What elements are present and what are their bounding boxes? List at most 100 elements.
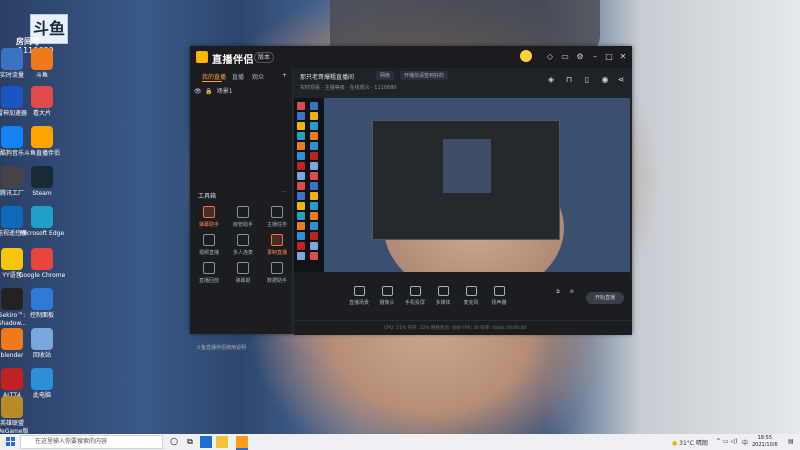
tool-item[interactable]: 弹幕助手 xyxy=(194,206,224,228)
desktop-icon-label: 回收站 xyxy=(32,352,51,359)
edge-taskbar-icon[interactable] xyxy=(200,436,212,448)
preview-mini-icon xyxy=(310,182,318,190)
preview-mini-icon xyxy=(310,192,318,200)
ime-indicator[interactable]: 中 xyxy=(742,438,748,447)
settings-btn-icon[interactable]: ⚙ xyxy=(566,289,578,295)
control-icon xyxy=(493,286,505,296)
settings-icon[interactable]: ⚙ xyxy=(575,52,585,62)
app-icon xyxy=(31,126,53,148)
desktop-icon[interactable]: 回收站 xyxy=(18,328,66,360)
notification-icon[interactable]: ▤ xyxy=(788,438,794,445)
app-icon xyxy=(31,48,53,70)
tab-my-live[interactable]: 我的直播 xyxy=(202,72,226,81)
desktop-icon[interactable]: 控制面板 xyxy=(18,288,66,320)
tool-item[interactable]: 录制直播 xyxy=(262,234,292,256)
desktop-icon-label: 斗鱼直播伴侣 xyxy=(23,150,60,157)
tool-icon xyxy=(237,234,249,246)
app-logo-icon xyxy=(196,51,208,63)
message-icon[interactable]: ▭ xyxy=(560,52,570,62)
control-button[interactable]: 扬声器 xyxy=(482,286,516,306)
stream-preview[interactable] xyxy=(294,98,630,280)
tools-more-icon[interactable]: ⋯ xyxy=(278,189,290,195)
tool-item[interactable]: 多人连麦 xyxy=(228,234,258,256)
tool-icon xyxy=(271,262,283,274)
user-avatar[interactable] xyxy=(520,50,532,62)
tool-item[interactable]: 弹幕姬 xyxy=(228,262,258,284)
desktop-icon[interactable]: 看大片 xyxy=(18,86,66,118)
control-icon xyxy=(409,286,421,296)
tab-audience[interactable]: 观众 xyxy=(252,72,264,81)
start-button[interactable] xyxy=(6,437,16,447)
add-scene-icon[interactable]: + xyxy=(282,72,287,79)
preview-mini-icon xyxy=(297,142,305,150)
app-name: 直播伴侣 xyxy=(212,55,254,66)
room-info: 那只老哥爆粗直播间 网络 开播前请签到好的 实时观看 · 主播等级 · 在线观众… xyxy=(294,68,632,98)
version-badge[interactable]: 版本 xyxy=(254,52,275,63)
minimize-icon[interactable]: – xyxy=(590,52,600,62)
task-view-icon[interactable]: ⧉ xyxy=(184,436,196,448)
preview-mini-icon xyxy=(297,182,305,190)
tool-icon xyxy=(203,206,215,218)
tool-label: 视频直播 xyxy=(198,250,219,256)
preview-mini-icon xyxy=(310,222,318,230)
tool-icon xyxy=(203,262,215,274)
taskbar-search-input[interactable]: 在这里输入你要搜索的内容 xyxy=(20,435,163,449)
preview-mini-icon xyxy=(297,212,305,220)
record-icon[interactable]: ◉ xyxy=(600,75,610,85)
desktop-icon[interactable]: Google Chrome xyxy=(18,248,66,280)
tool-item[interactable]: 视频直播 xyxy=(194,234,224,256)
tab-underline xyxy=(202,81,222,82)
sun-icon: ● xyxy=(672,440,678,447)
mobile-icon[interactable]: ▯ xyxy=(582,75,592,85)
clock-date: 2021/10/6 xyxy=(752,442,778,448)
preview-mini-icon xyxy=(310,132,318,140)
preview-mini-icon xyxy=(297,202,305,210)
tool-item[interactable]: 主播任务 xyxy=(262,206,292,228)
desktop-icon[interactable]: Microsoft Edge xyxy=(18,206,66,238)
preview-mini-icon xyxy=(297,242,305,250)
cortana-icon[interactable]: ○ xyxy=(168,436,180,448)
share-icon[interactable]: ⋖ xyxy=(616,75,626,85)
desktop-icon[interactable]: Steam xyxy=(18,166,66,198)
control-icon xyxy=(381,286,393,296)
maximize-icon[interactable]: □ xyxy=(604,52,614,62)
tool-item[interactable]: 直播回放 xyxy=(194,262,224,284)
preview-mini-icon xyxy=(297,152,305,160)
desktop-icon[interactable]: 斗鱼 xyxy=(18,48,66,80)
tool-label: 直播回放 xyxy=(198,278,219,284)
explorer-taskbar-icon[interactable] xyxy=(216,436,228,448)
weather-text: 31°C 晴朗 xyxy=(679,440,708,447)
tray-icons[interactable]: ^ ▭ ◁) xyxy=(716,438,737,445)
start-live-button[interactable]: 开始直播 xyxy=(586,292,624,304)
desktop-icon[interactable]: 斗鱼直播伴侣 xyxy=(18,126,66,158)
lock-icon[interactable]: ⊓ xyxy=(564,75,574,85)
desktop-icon[interactable]: 英雄联盟 WeGame版 xyxy=(0,396,36,436)
app-icon xyxy=(31,248,53,270)
tag-notice[interactable]: 开播前请签到好的 xyxy=(400,71,449,80)
feedback-icon[interactable]: ◇ xyxy=(545,52,555,62)
tool-icon xyxy=(237,262,249,274)
control-icon xyxy=(465,286,477,296)
control-bar: 直播场景 摄像头 手机投屏 多媒体 麦克风 扬声器 ⧉ ⚙ 开始直播 xyxy=(294,280,632,320)
tool-icon xyxy=(203,234,215,246)
weather-tray[interactable]: ● 31°C 晴朗 xyxy=(672,438,708,447)
sidebar: 我的直播 直播 观众 + 👁 🔒 场景1 工具箱 ⋯ 弹幕助手 房管助手 主播任务视… xyxy=(190,68,293,351)
control-icon xyxy=(437,286,449,296)
clock[interactable]: 18:55 2021/10/6 xyxy=(752,435,778,449)
preview-mini-icon xyxy=(310,112,318,120)
scene-row[interactable]: 👁 🔒 场景1 xyxy=(194,86,233,95)
preview-mini-icon xyxy=(310,172,318,180)
tab-live[interactable]: 直播 xyxy=(232,72,244,81)
control-label: 扬声器 xyxy=(491,300,507,306)
record-btn-icon[interactable]: ⧉ xyxy=(552,289,564,295)
room-title[interactable]: 那只老哥爆粗直播间 xyxy=(300,72,354,81)
tool-item[interactable]: 数据助手 xyxy=(262,262,292,284)
close-icon[interactable]: ✕ xyxy=(618,52,628,62)
camera-icon[interactable]: ◈ xyxy=(546,75,556,85)
desktop-icon-label: Microsoft Edge xyxy=(19,230,65,237)
tool-item[interactable]: 房管助手 xyxy=(228,206,258,228)
sidebar-footer[interactable]: 斗鱼直播伴侣使用说明 xyxy=(196,344,246,351)
tag-category[interactable]: 网络 xyxy=(376,71,395,80)
preview-desktop-strip xyxy=(294,98,324,280)
douyu-taskbar-icon[interactable] xyxy=(236,436,248,450)
